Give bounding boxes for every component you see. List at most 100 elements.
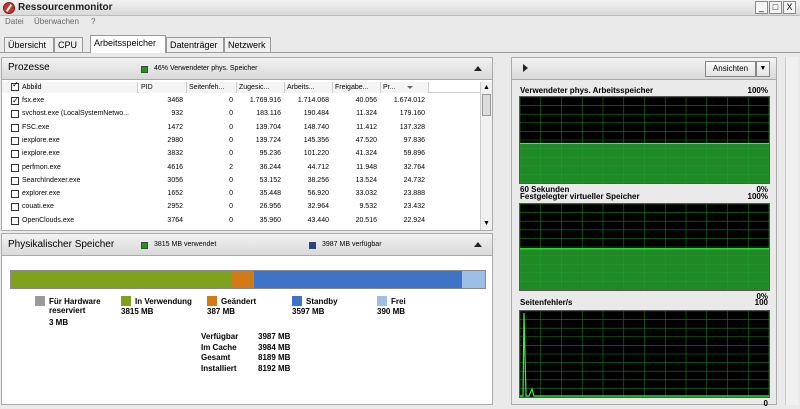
table-row[interactable]: iexplore.exe 2980 0 139.724 145.356 47.520 97.… xyxy=(2,134,480,147)
cell-pid: 3468 xyxy=(167,97,183,104)
cell-name: OpenClouds.exe xyxy=(22,216,75,224)
graphs-pane: Ansichten ▼ Verwendeter phys. Arbeitsspe… xyxy=(511,57,777,408)
table-row[interactable]: iexplore.exe 3832 0 95.236 101.220 41.324 59.8… xyxy=(2,147,480,160)
cell-working-set: 56.920 xyxy=(307,190,329,198)
collapse-icon[interactable] xyxy=(474,66,482,71)
cell-commit: 36.244 xyxy=(259,163,281,171)
column-working-set[interactable]: Arbeits... xyxy=(285,82,333,93)
table-row[interactable]: perfmon.exe 4616 2 36.244 44.712 11.948 32.764 xyxy=(2,161,480,174)
graph-max: 100 xyxy=(754,298,768,307)
cell-private: 59.896 xyxy=(403,150,425,158)
cell-private: 1.674.012 xyxy=(393,97,425,104)
cell-hard-faults: 0 xyxy=(229,123,233,131)
cell-private: 97.836 xyxy=(403,136,425,144)
cell-private: 179.160 xyxy=(399,110,425,118)
cell-private: 23.888 xyxy=(403,190,425,198)
tab-disk[interactable]: Datenträger xyxy=(166,37,224,52)
column-pid[interactable]: PID xyxy=(139,82,187,93)
table-row[interactable]: OpenClouds.exe 3764 0 35.960 43.440 20.516 22.… xyxy=(2,214,480,227)
legend-label: Frei xyxy=(391,297,406,306)
tab-memory[interactable]: Arbeitsspeicher xyxy=(90,35,166,53)
minimize-button[interactable]: _ xyxy=(755,1,768,14)
vertical-scrollbar[interactable]: ▲ ▼ xyxy=(480,82,492,230)
stat-label: Verfügbar xyxy=(201,332,239,341)
row-checkbox[interactable] xyxy=(11,176,19,185)
graph-title: Festgelegter virtueller Speicher xyxy=(520,192,640,201)
stat-value: 8189 MB xyxy=(258,353,291,362)
usage-legend-swatch xyxy=(141,66,148,73)
graph-footer-right: 0 xyxy=(763,399,768,408)
scroll-up-icon[interactable]: ▲ xyxy=(483,84,490,91)
row-checkbox[interactable] xyxy=(11,203,19,212)
cell-hard-faults: 2 xyxy=(229,163,233,171)
column-commit[interactable]: Zugesic... xyxy=(237,82,285,93)
select-all-checkbox[interactable] xyxy=(11,80,19,91)
tab-overview[interactable]: Übersicht xyxy=(4,37,54,52)
processes-header[interactable]: Prozesse 46% Verwendeter phys. Speicher xyxy=(2,58,492,80)
cell-commit: 26.956 xyxy=(259,203,281,211)
row-checkbox[interactable] xyxy=(11,123,19,132)
cell-hard-faults: 0 xyxy=(229,136,233,144)
close-button[interactable]: X xyxy=(783,1,796,14)
graph-title: Seitenfehler/s xyxy=(520,298,573,307)
legend-swatch xyxy=(377,296,387,306)
cell-commit: 35.448 xyxy=(259,190,281,198)
table-row[interactable]: couati.exe 2952 0 26.956 32.964 9.532 23.432 xyxy=(2,200,480,213)
row-checkbox[interactable] xyxy=(11,163,19,172)
scroll-down-icon[interactable]: ▼ xyxy=(483,220,490,227)
legend-value: 3 MB xyxy=(49,318,69,327)
usage-fill xyxy=(520,248,769,290)
column-shareable[interactable]: Freigabe... xyxy=(333,82,381,93)
sort-desc-icon xyxy=(407,86,413,89)
table-row[interactable]: FSC.exe 1472 0 139.704 148.740 11.412 137.328 xyxy=(2,121,480,134)
table-row[interactable]: explorer.exe 1652 0 35.448 56.920 33.032 23.88… xyxy=(2,187,480,200)
cell-hard-faults: 0 xyxy=(229,176,233,184)
graphs-scrollbar[interactable] xyxy=(785,57,798,405)
row-checkbox[interactable] xyxy=(11,110,19,119)
views-button[interactable]: Ansichten xyxy=(705,61,756,77)
table-row[interactable]: SearchIndexer.exe 3056 0 53.152 38.256 13.524… xyxy=(2,174,480,187)
column-private[interactable]: Pr... xyxy=(381,82,429,93)
memory-bar-segment xyxy=(254,271,463,288)
legend-label: Geändert xyxy=(221,297,257,306)
maximize-button[interactable]: □ xyxy=(769,1,782,14)
cell-pid: 1652 xyxy=(167,190,183,198)
cell-commit: 183.116 xyxy=(256,110,281,118)
legend-swatch xyxy=(292,296,302,306)
processes-panel: Prozesse 46% Verwendeter phys. Speicher … xyxy=(1,57,493,231)
row-checkbox[interactable] xyxy=(11,94,19,107)
scrollbar-thumb[interactable] xyxy=(482,94,491,116)
row-checkbox[interactable] xyxy=(11,150,19,159)
legend-swatch xyxy=(121,296,131,306)
cell-hard-faults: 0 xyxy=(229,150,233,158)
cell-name: FSC.exe xyxy=(22,123,50,131)
cell-private: 23.432 xyxy=(403,203,425,211)
column-hard-faults[interactable]: Seitenfeh... xyxy=(187,82,237,93)
tab-cpu[interactable]: CPU xyxy=(54,37,83,52)
cell-shareable: 13.524 xyxy=(355,176,377,184)
cell-commit: 95.236 xyxy=(259,150,281,158)
row-checkbox[interactable] xyxy=(11,136,19,145)
column-image[interactable]: Abbild xyxy=(2,82,138,93)
physical-memory-header[interactable]: Physikalischer Speicher 3815 MB verwende… xyxy=(2,234,492,256)
views-dropdown-icon[interactable]: ▼ xyxy=(756,61,770,77)
table-row[interactable]: svchost.exe (LocalSystemNetwo... 932 0 183.… xyxy=(2,107,480,120)
tab-network[interactable]: Netzwerk xyxy=(224,37,271,52)
menu-help[interactable]: ? xyxy=(91,17,95,26)
collapse-icon[interactable] xyxy=(474,242,482,247)
memory-usage-bar xyxy=(10,270,486,289)
stat-label: Installiert xyxy=(201,363,237,373)
available-label: 3987 MB verfügbar xyxy=(322,241,382,248)
graph-svg xyxy=(520,311,769,397)
cell-pid: 932 xyxy=(171,110,183,118)
physical-memory-title: Physikalischer Speicher xyxy=(8,239,115,250)
row-checkbox[interactable] xyxy=(11,190,19,199)
expand-icon[interactable] xyxy=(523,64,528,72)
cell-commit: 1.769.916 xyxy=(249,97,281,104)
menu-monitor[interactable]: Überwachen xyxy=(34,17,79,26)
cell-working-set: 43.440 xyxy=(307,216,329,224)
row-checkbox[interactable] xyxy=(11,216,19,225)
table-row[interactable]: fsx.exe 3468 0 1.769.916 1.714.068 40.056 1.67… xyxy=(2,94,480,107)
menu-file[interactable]: Datei xyxy=(5,17,24,26)
cell-name: svchost.exe (LocalSystemNetwo... xyxy=(22,110,129,118)
